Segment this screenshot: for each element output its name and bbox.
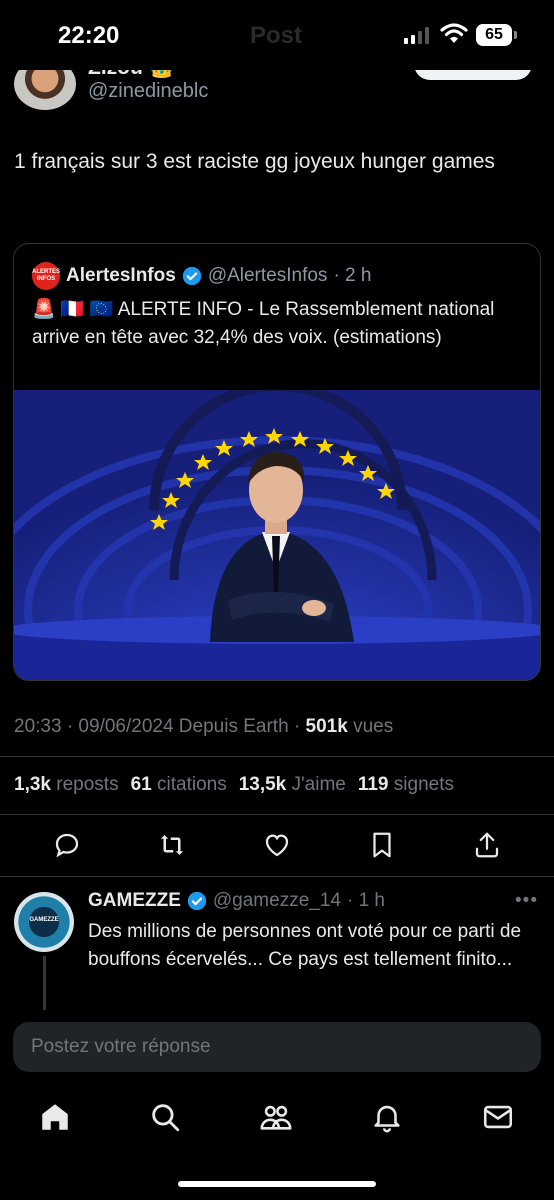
thread-line (43, 956, 46, 1012)
quoted-text: 🚨 🇫🇷 🇪🇺 ALERTE INFO - Le Rassemblement n… (32, 299, 495, 348)
reply-time: · 1 h (346, 890, 386, 911)
quoted-media-image[interactable] (14, 390, 540, 680)
quoted-tweet-header: ALERTES INFOS AlertesInfos @AlertesInfos… (32, 262, 371, 290)
communities-icon[interactable] (259, 1100, 293, 1134)
reply-icon[interactable] (52, 830, 82, 860)
tweet-meta: 20:33 · 09/06/2024 Depuis Earth · 501k v… (14, 716, 393, 738)
reply-header: GAMEZZE @gamezze_14 · 1 h (88, 890, 385, 912)
verified-badge-icon (182, 266, 201, 286)
search-icon[interactable] (148, 1100, 182, 1134)
quoted-author-name: AlertesInfos (66, 265, 176, 286)
messages-icon[interactable] (481, 1100, 515, 1134)
likes-stat[interactable]: 13,5k J'aime (239, 774, 346, 796)
tweet-timestamp: 20:33 · 09/06/2024 Depuis Earth · (14, 716, 306, 737)
status-bar: 22:20 Post 65 (0, 0, 554, 70)
tweet-text: 1 français sur 3 est raciste gg joyeux h… (14, 150, 495, 173)
reply-tweet[interactable]: GAMEZZE GAMEZZE @gamezze_14 · 1 h ••• De… (0, 884, 554, 1014)
cellular-signal-icon (404, 26, 429, 44)
reposts-stat[interactable]: 1,3k reposts (14, 774, 119, 796)
home-indicator (178, 1181, 376, 1187)
verified-badge-icon (187, 891, 207, 911)
reply-text: Des millions de personnes ont voté pour … (88, 921, 522, 970)
status-time: 22:20 (58, 22, 120, 49)
reply-avatar[interactable]: GAMEZZE (14, 892, 74, 952)
share-icon[interactable] (472, 830, 502, 860)
quoted-time: · 2 h (333, 265, 372, 286)
battery-indicator: 65 (476, 24, 517, 46)
reply-input[interactable]: Postez votre réponse (13, 1022, 541, 1072)
view-label: vues (347, 716, 394, 737)
more-options-icon[interactable]: ••• (515, 890, 538, 912)
bookmarks-stat[interactable]: 119 signets (358, 774, 454, 796)
notifications-icon[interactable] (370, 1100, 404, 1134)
view-count: 501k (305, 716, 348, 737)
repost-icon[interactable] (157, 830, 187, 860)
author-handle[interactable]: @zinedineblc (88, 80, 208, 103)
divider (0, 876, 554, 877)
tweet-stats: 1,3k reposts 61 citations 13,5k J'aime 1… (14, 774, 454, 796)
quoted-author-handle: @AlertesInfos (207, 265, 328, 286)
wifi-icon (440, 23, 468, 43)
alertesinfos-logo: ALERTES INFOS (32, 262, 60, 290)
tweet-actions (0, 830, 554, 864)
eu-parliament-illustration (14, 390, 540, 680)
divider (0, 756, 554, 757)
header-title: Post (250, 22, 303, 49)
home-icon[interactable] (38, 1100, 72, 1134)
quoted-tweet[interactable]: ALERTES INFOS AlertesInfos @AlertesInfos… (13, 243, 541, 681)
reply-author-name: GAMEZZE (88, 890, 181, 911)
reply-author-handle: @gamezze_14 (212, 890, 341, 911)
citations-stat[interactable]: 61 citations (131, 774, 227, 796)
reply-avatar-text: GAMEZZE (29, 917, 59, 923)
bookmark-icon[interactable] (367, 830, 397, 860)
like-icon[interactable] (262, 830, 292, 860)
divider (0, 814, 554, 815)
